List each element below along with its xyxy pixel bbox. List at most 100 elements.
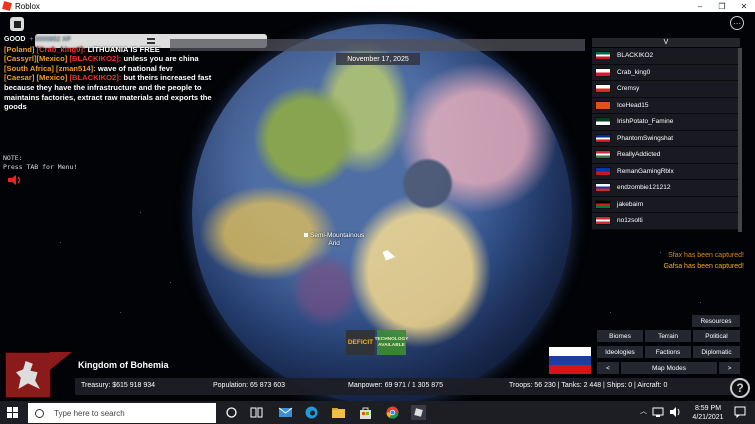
lion-coat-of-arms-icon [16, 361, 40, 389]
mail-icon[interactable] [278, 405, 293, 420]
minimize-button[interactable]: – [689, 0, 711, 12]
player-name: IrishPotato_Famine [617, 118, 674, 126]
more-options-icon[interactable]: ⋯ [730, 16, 744, 30]
task-view-icon[interactable] [249, 405, 264, 420]
taskbar-clock[interactable]: 8:59 PM 4/21/2021 [688, 404, 728, 422]
player-list-toggle[interactable]: V [592, 38, 740, 47]
player-list-item[interactable]: no1zsolti [592, 213, 740, 230]
player-flag-icon [595, 199, 611, 209]
player-flag-icon [595, 84, 611, 94]
player-list-scrollbar[interactable] [738, 48, 742, 232]
terrain-button[interactable]: Terrain [645, 330, 691, 342]
help-icon[interactable]: ? [730, 378, 750, 398]
chat-message: [Cassyrl][Mexico] [BLACKIKO2]: unless yo… [4, 54, 236, 64]
roblox-taskbar-icon[interactable] [411, 405, 426, 420]
emblem-pennant [50, 352, 72, 370]
capture-notification: Gafsa has been captured! [663, 263, 744, 270]
speaker-icon[interactable] [8, 175, 22, 185]
population-stat: Population: 65 873 603 [213, 382, 286, 389]
manpower-stat: Manpower: 69 971 / 1 305 875 [348, 382, 443, 389]
edge-browser-icon[interactable] [304, 405, 319, 420]
chat-tag: [South Africa] [4, 63, 54, 73]
tray-expand-icon[interactable]: ︿ [640, 406, 647, 416]
roblox-menu-icon[interactable] [10, 17, 24, 31]
player-flag-icon [595, 183, 611, 193]
player-list-item[interactable]: IceHead15 [592, 97, 740, 114]
player-list-item[interactable]: endzombie121212 [592, 180, 740, 197]
map-mode-prev-button[interactable]: < [597, 362, 619, 374]
player-flag-icon [595, 100, 611, 110]
taskbar-search-input[interactable]: Type here to search [28, 403, 216, 423]
player-list-item[interactable]: BLACKIKO2 [592, 48, 740, 65]
player-list-item[interactable]: jakebairn [592, 196, 740, 213]
chat-text: wave of national fevr [97, 63, 173, 73]
player-flag-icon [595, 117, 611, 127]
player-list-item[interactable]: RemanGamingRblx [592, 163, 740, 180]
location-marker-icon [304, 233, 308, 237]
cortana-icon[interactable] [224, 405, 239, 420]
technology-available-button[interactable]: TECHNOLOGY AVAILABLE [375, 330, 408, 355]
factions-button[interactable]: Factions [645, 346, 691, 358]
windows-taskbar: Type here to search ︿ 8:59 PM 4/21/2021 [0, 401, 755, 424]
chat-message: [Poland] [Crab_king0]: LITHUANIA IS FREE [4, 45, 236, 55]
chat-tag: [Mexico] [36, 73, 68, 83]
map-modes-button[interactable]: Map Modes [621, 362, 717, 374]
chat-text: unless you are china [123, 54, 199, 64]
player-flag-icon [595, 166, 611, 176]
player-name: RemanGamingRblx [617, 167, 674, 175]
network-icon[interactable] [652, 406, 664, 418]
close-button[interactable]: ✕ [733, 0, 755, 12]
country-emblem[interactable] [5, 352, 51, 398]
player-list-item[interactable]: PhantomSwingshat [592, 130, 740, 147]
biomes-button[interactable]: Biomes [597, 330, 643, 342]
volume-icon[interactable] [669, 406, 681, 418]
player-name: Crab_king0 [617, 68, 651, 76]
chat-tag: [Poland] [4, 44, 35, 54]
chat-message: [South Africa] [zman514]: wave of nation… [4, 64, 236, 74]
windows-start-icon[interactable] [7, 407, 18, 418]
file-explorer-icon[interactable] [331, 405, 346, 420]
terrain-type: Semi-Mountainous [310, 232, 365, 239]
player-flag-icon [595, 67, 611, 77]
player-name: jakebairn [617, 200, 644, 208]
chat-tag: [Mexico] [36, 54, 68, 64]
resources-button[interactable]: Resources [692, 315, 740, 327]
chat-sender: [Crab_king0]: [36, 44, 86, 54]
notifications-icon[interactable] [734, 406, 746, 418]
note-text: NOTE: Press TAB for Menu! [3, 154, 77, 171]
window-titlebar: Roblox – ❐ ✕ [0, 0, 755, 12]
diplomatic-button[interactable]: Diplomatic [693, 346, 740, 358]
player-list: BLACKIKO2 Crab_king0 Cremsy IceHead15 IrishP… [592, 48, 740, 232]
political-button[interactable]: Political [693, 330, 740, 342]
player-list-item[interactable]: IrishPotato_Famine [592, 114, 740, 131]
search-icon [35, 408, 44, 418]
chat-good: GOOD [4, 36, 26, 43]
military-stat: Troops: 56 230 | Tanks: 2 448 | Ships: 0… [509, 382, 668, 389]
window-controls: – ❐ ✕ [689, 0, 755, 12]
note-title: NOTE: [3, 154, 23, 162]
player-flag-icon [595, 216, 611, 226]
maximize-button[interactable]: ❐ [711, 0, 733, 12]
player-name: endzombie121212 [617, 184, 671, 192]
chat-sender: [BLACKIKO2]: [69, 73, 122, 83]
country-flag [549, 347, 591, 374]
screen: Roblox – ❐ ✕ ⋯ November 17, 2025 GOOD + 0… [0, 0, 755, 424]
chrome-icon[interactable] [385, 405, 400, 420]
map-mode-next-button[interactable]: > [719, 362, 740, 374]
player-list-item[interactable]: ReallyAddicted [592, 147, 740, 164]
player-name: BLACKIKO2 [617, 52, 654, 60]
terrain-label: Semi-Mountainous Arid [304, 232, 364, 248]
capture-notification: Sfax has been captured! [668, 252, 744, 259]
player-name: ReallyAddicted [617, 151, 661, 159]
store-icon[interactable] [358, 405, 373, 420]
country-name: Kingdom of Bohemia [78, 360, 169, 370]
ideologies-button[interactable]: Ideologies [597, 346, 643, 358]
deficit-alert-button[interactable]: DEFICIT [346, 330, 375, 355]
player-flag-icon [595, 51, 611, 61]
clock-time: 8:59 PM [694, 405, 722, 412]
player-list-item[interactable]: Crab_king0 [592, 64, 740, 81]
player-list-item[interactable]: Cremsy [592, 81, 740, 98]
chat-text: LITHUANIA IS FREE [87, 44, 160, 54]
player-name: IceHead15 [617, 101, 649, 109]
flag-stripe [549, 347, 591, 356]
